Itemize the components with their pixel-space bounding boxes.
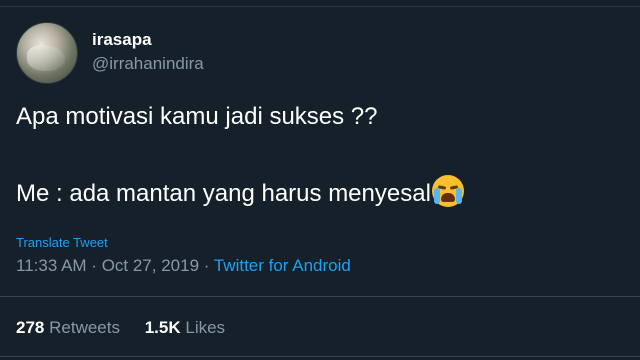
tweet-text-line-2-content: Me : ada mantan yang harus menyesal <box>16 180 431 207</box>
meta-separator: · <box>199 256 214 275</box>
tweet-card: irasapa @irrahanindira Apa motivasi kamu… <box>0 0 640 360</box>
tweet-time[interactable]: 11:33 AM <box>16 256 87 275</box>
likes-count: 1.5K <box>144 318 181 337</box>
engagement-stats: 278 Retweets 1.5K Likes <box>16 318 225 338</box>
stats-top-divider <box>0 296 640 297</box>
retweets-label: Retweets <box>49 318 120 337</box>
display-name[interactable]: irasapa <box>92 30 152 50</box>
retweets-count: 278 <box>16 318 45 337</box>
tweet-metadata: 11:33 AM · Oct 27, 2019 · Twitter for An… <box>16 256 351 276</box>
translate-tweet-link[interactable]: Translate Tweet <box>16 235 108 250</box>
tweet-text-line-2: Me : ada mantan yang harus menyesal <box>16 175 464 208</box>
top-divider <box>0 6 640 7</box>
likes-stat[interactable]: 1.5K Likes <box>145 318 225 338</box>
likes-label: Likes <box>185 318 226 337</box>
user-handle[interactable]: @irrahanindira <box>92 54 204 74</box>
loudly-crying-face-icon <box>431 175 464 207</box>
avatar[interactable] <box>16 22 78 84</box>
tweet-source-link[interactable]: Twitter for Android <box>214 256 351 275</box>
stats-bottom-divider <box>0 356 640 357</box>
tweet-date[interactable]: Oct 27, 2019 <box>102 256 199 275</box>
meta-separator: · <box>86 256 102 275</box>
tweet-text-line-1: Apa motivasi kamu jadi sukses ?? <box>16 103 378 130</box>
retweets-stat[interactable]: 278 Retweets <box>16 318 120 338</box>
